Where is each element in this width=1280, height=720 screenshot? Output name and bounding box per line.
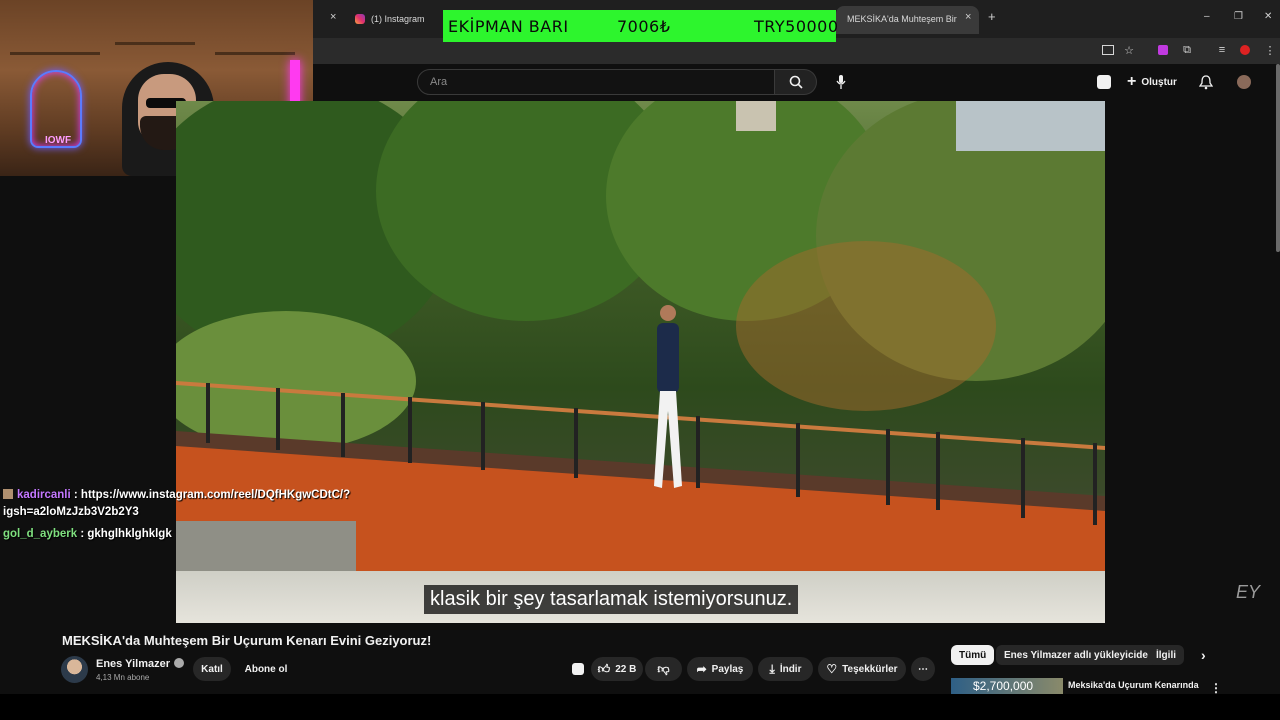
verified-icon [174,658,184,668]
chat-overlay: kadircanli : https://www.instagram.com/r… [3,487,363,543]
bottom-bar [0,694,1280,720]
recommended-video-thumbnail[interactable]: $2,700,000 [951,678,1063,694]
chat-message: gol_d_ayberk : gkhglhklghklgk [3,526,363,543]
profile-icon[interactable] [1237,42,1253,58]
tree [176,311,416,451]
download-label: İndir [779,663,802,675]
railing-post [574,408,578,478]
like-button[interactable]: 👍︎ 22 B [591,657,643,681]
share-button[interactable]: ➦ Paylaş [687,657,753,681]
railing-post [886,429,890,505]
search-button[interactable] [775,69,817,95]
video-subtitle: klasik bir şey tasarlamak istemiyorsunuz… [424,585,799,614]
microphone-icon [836,75,846,89]
chat-badge-icon [3,489,13,499]
create-button[interactable]: + Oluştur [1127,71,1177,93]
join-button[interactable]: Katıl [193,657,231,681]
building [736,101,776,131]
share-icon: ➦ [696,662,707,676]
railing-post [276,388,280,450]
channel-watermark: EY [1236,582,1261,602]
equipment-goal-banner: EKİPMAN BARI 7006₺ TRY50000 [443,10,839,42]
channel-name[interactable]: Enes Yilmazer [96,658,184,670]
menu-icon[interactable]: ⋮ [1262,42,1278,58]
chip-uploader[interactable]: Enes Yilmazer adlı yükleyiciden [996,645,1163,665]
minimize-button[interactable]: – [1204,11,1210,22]
channel-avatar[interactable] [61,656,88,683]
scrollbar[interactable] [1276,64,1280,252]
more-actions-button[interactable]: ⋯ [911,657,935,681]
autumn-foliage [736,241,996,411]
star-icon[interactable]: ☆ [1121,42,1137,58]
media-icon[interactable]: ≡ [1214,42,1230,58]
new-tab-button[interactable]: + [988,9,996,24]
like-count: 22 B [615,663,637,675]
tab-label: MEKSİKA'da Muhteşem Bir Uçur [847,14,957,24]
extension-purple-icon[interactable] [1155,42,1171,58]
plus-icon: + [1127,73,1137,90]
railing-post [341,393,345,457]
cast-icon[interactable] [1100,42,1116,58]
share-label: Paylaş [711,663,744,675]
download-button[interactable]: ⤓ İndir [758,657,813,681]
download-icon: ⤓ [769,661,775,676]
tab-label: (1) Instagram [371,14,425,24]
subscribe-button[interactable]: Abone ol [234,657,298,681]
channel-name-text: Enes Yilmazer [96,658,170,670]
chat-text: : gkhglhklghklgk [80,528,172,540]
chat-message: kadircanli : https://www.instagram.com/r… [3,487,363,521]
cast-device-icon[interactable] [1097,71,1111,93]
recommended-video-title[interactable]: Meksika'da Uçurum Kenarında [1068,680,1199,690]
tab-close-button[interactable]: × [330,11,336,23]
walking-man [654,305,682,488]
banner-label: EKİPMAN BARI [448,17,569,36]
railing-post [936,432,940,510]
sparkle-icon[interactable] [569,657,586,681]
thanks-label: Teşekkürler [842,663,898,675]
thumb-down-icon: 👎︎ [657,661,670,676]
maximize-button[interactable]: ❐ [1234,11,1243,22]
tab-close-button[interactable]: × [965,11,971,23]
heart-dollar-icon: ♡ [826,662,838,676]
dislike-button[interactable]: 👎︎ [645,657,682,681]
video-player[interactable] [176,101,1105,623]
railing-post [408,397,412,463]
neon-sign-text: IOWF [45,135,72,146]
instagram-icon [355,14,365,24]
chip-related[interactable]: İlgili [1148,645,1184,665]
video-title: MEKSİKA'da Muhteşem Bir Uçurum Kenarı Ev… [62,633,432,648]
railing-post [206,383,210,443]
banner-current: 7006₺ [617,17,671,36]
tab-youtube-title[interactable]: MEKSİKA'da Muhteşem Bir Uçur [847,8,957,30]
subscriber-count: 4,13 Mn abone [96,673,150,682]
sky [956,101,1105,151]
account-avatar[interactable] [1237,71,1251,93]
shelf [10,52,100,55]
notifications-icon[interactable] [1199,71,1213,93]
tab-instagram[interactable]: (1) Instagram [355,8,425,30]
window-close-button[interactable]: ✕ [1264,11,1272,22]
chip-all[interactable]: Tümü [951,645,995,665]
chat-username: kadircanli [17,489,71,501]
thanks-button[interactable]: ♡ Teşekkürler [818,657,906,681]
voice-search-button[interactable] [829,70,853,94]
railing-post [696,416,700,488]
shelf [115,42,195,45]
search-input[interactable]: Ara [417,69,775,95]
chat-username: gol_d_ayberk [3,528,78,540]
create-label: Oluştur [1141,76,1177,88]
puzzle-icon[interactable]: ⧉ [1179,42,1195,58]
railing-post [1021,438,1025,518]
shelf [215,52,295,55]
thumb-up-icon: 👍︎ [597,661,611,676]
banner-goal: TRY50000 [754,17,839,36]
chevron-right-icon[interactable]: › [1193,645,1214,665]
search-icon [789,75,803,89]
railing-post [481,402,485,470]
railing-post [796,423,800,497]
railing-post [1093,443,1097,525]
